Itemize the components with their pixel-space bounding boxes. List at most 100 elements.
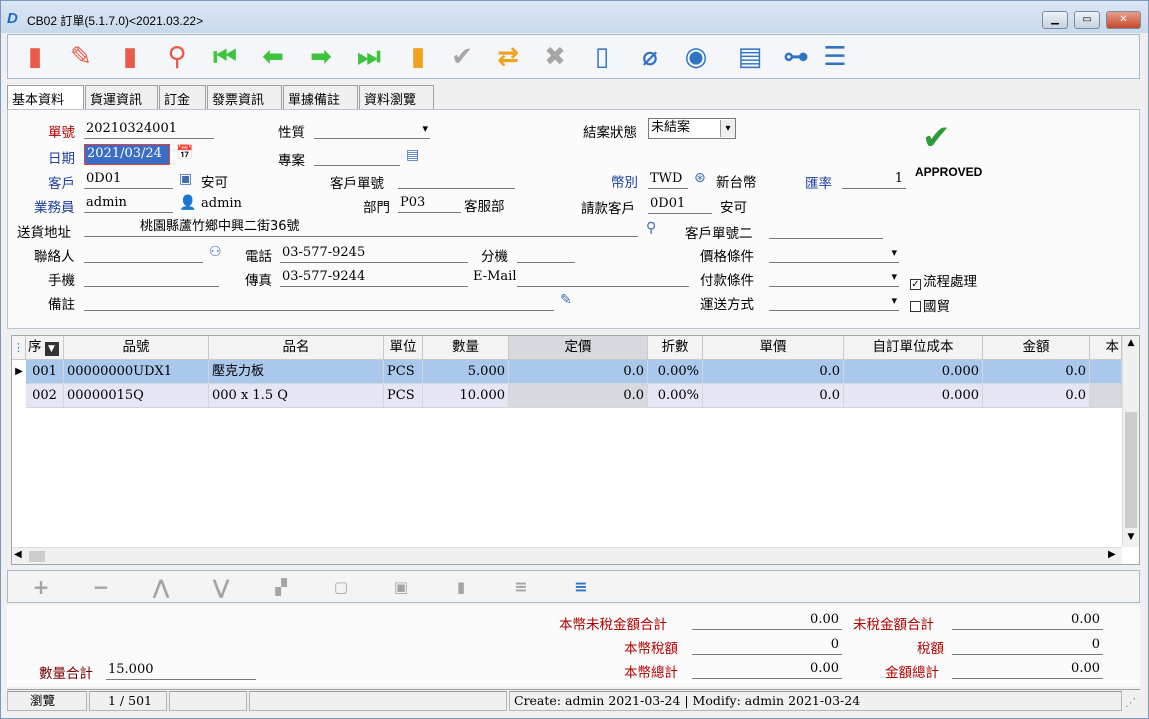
save-icon[interactable]: ▣: [388, 574, 414, 600]
remove-row-icon[interactable]: −: [88, 574, 114, 600]
table-cell[interactable]: [1090, 384, 1122, 408]
address-field[interactable]: 桃園縣蘆竹鄉中興二街36號: [84, 218, 638, 237]
close-button[interactable]: ✕: [1106, 11, 1141, 29]
scroll-thumb[interactable]: [1125, 412, 1137, 528]
currency-lookup-icon[interactable]: ⊛: [694, 170, 706, 186]
rate-field[interactable]: 1: [842, 170, 906, 189]
table-cell[interactable]: 0.0: [509, 384, 648, 408]
next-record-icon[interactable]: ➡: [303, 39, 339, 75]
clipboard-icon[interactable]: ▤: [406, 147, 419, 163]
phone-field[interactable]: 03-577-9245: [280, 244, 468, 263]
col-unit[interactable]: 單位: [384, 336, 423, 360]
table-cell[interactable]: 0.0: [983, 360, 1090, 384]
book-icon[interactable]: ▯: [584, 39, 620, 75]
maximize-button[interactable]: ▭: [1074, 11, 1100, 29]
scroll-right-icon[interactable]: ▶: [1108, 549, 1116, 560]
customer-code-field[interactable]: 0D01: [84, 170, 173, 189]
table-cell[interactable]: 壓克力板: [209, 360, 384, 384]
table-cell[interactable]: 0.0: [703, 384, 844, 408]
list-icon[interactable]: ≡: [508, 574, 534, 600]
col-extra[interactable]: 本: [1090, 336, 1122, 360]
ship-select[interactable]: [769, 292, 899, 311]
dept-field[interactable]: P03: [398, 194, 461, 213]
add-row-icon[interactable]: +: [28, 574, 54, 600]
paste-icon[interactable]: ▢: [328, 574, 354, 600]
view-icon[interactable]: ◉: [678, 39, 714, 75]
intl-checkbox[interactable]: 國貿: [910, 295, 950, 315]
new-doc-icon[interactable]: ▮: [17, 39, 53, 75]
col-unit-price[interactable]: 單價: [703, 336, 844, 360]
move-up-icon[interactable]: ⋀: [148, 574, 174, 600]
col-item-name[interactable]: 品名: [209, 336, 384, 360]
table-cell[interactable]: 0.0: [983, 384, 1090, 408]
minimize-button[interactable]: ▁: [1042, 11, 1068, 29]
table-cell[interactable]: 001: [26, 360, 64, 384]
bill-cust-field[interactable]: 0D01: [648, 195, 712, 214]
table-cell[interactable]: 5.000: [423, 360, 509, 384]
contacts-icon[interactable]: ⚇: [209, 244, 222, 260]
email-field[interactable]: [517, 268, 689, 287]
copy-icon[interactable]: ▮: [400, 39, 436, 75]
table-cell[interactable]: 10.000: [423, 384, 509, 408]
stack-icon[interactable]: ▞: [268, 574, 294, 600]
tab-invoice[interactable]: 發票資訊: [207, 85, 282, 109]
calendar-icon[interactable]: 📅: [176, 145, 193, 161]
user-icon[interactable]: 👤: [179, 195, 196, 211]
tab-browse[interactable]: 資料瀏覽: [359, 85, 434, 109]
workflow-checkbox[interactable]: ✓ 流程處理: [910, 270, 977, 290]
col-qty[interactable]: 數量: [423, 336, 509, 360]
table-cell[interactable]: 0.00%: [648, 360, 703, 384]
table-cell[interactable]: 0.000: [844, 384, 983, 408]
menu-icon[interactable]: ☰: [817, 39, 853, 75]
tab-remarks[interactable]: 單據備註: [283, 85, 358, 109]
first-record-icon[interactable]: ⏮: [207, 39, 243, 75]
col-item-no[interactable]: 品號: [64, 336, 209, 360]
contact-field[interactable]: [84, 244, 203, 263]
vertical-scrollbar[interactable]: ▲ ▼: [1122, 336, 1139, 547]
delete-icon[interactable]: ▮: [112, 39, 148, 75]
scroll-left-icon[interactable]: ◀: [14, 549, 22, 560]
ext-field[interactable]: [517, 244, 575, 263]
order-no-field[interactable]: 20210324001: [84, 120, 214, 139]
mobile-field[interactable]: [84, 268, 219, 287]
table-cell[interactable]: 0.00%: [648, 384, 703, 408]
cancel-icon[interactable]: ✖: [537, 39, 573, 75]
doc-icon[interactable]: ▮: [448, 574, 474, 600]
property-select[interactable]: [314, 120, 430, 139]
table-cell[interactable]: 0.000: [844, 360, 983, 384]
fax-field[interactable]: 03-577-9244: [280, 268, 468, 287]
grid-menu-icon[interactable]: ⋮: [12, 336, 26, 360]
col-amount[interactable]: 金額: [983, 336, 1090, 360]
col-custom-cost[interactable]: 自訂單位成本: [844, 336, 983, 360]
chevron-down-icon[interactable]: ▾: [720, 120, 735, 137]
map-pin-icon[interactable]: ⚲: [646, 220, 656, 236]
table-cell[interactable]: 0.0: [703, 360, 844, 384]
cust-order-field[interactable]: [398, 170, 515, 189]
horizontal-scrollbar[interactable]: ◀ ▶: [12, 547, 1122, 564]
table-cell[interactable]: 00000015Q: [64, 384, 209, 408]
search-icon[interactable]: ⚲: [159, 39, 195, 75]
confirm-icon[interactable]: ✔: [444, 39, 480, 75]
list-active-icon[interactable]: ≡: [568, 574, 594, 600]
col-seq[interactable]: 序 ▼: [26, 336, 64, 360]
cust-order2-field[interactable]: [769, 220, 883, 239]
sort-desc-icon[interactable]: ▼: [44, 342, 59, 356]
transfer-icon[interactable]: ⇄: [490, 39, 526, 75]
scroll-up-icon[interactable]: ▲: [1123, 338, 1139, 348]
table-cell[interactable]: 002: [26, 384, 64, 408]
table-cell[interactable]: PCS: [384, 384, 423, 408]
attach-icon[interactable]: ⌀: [632, 39, 668, 75]
tree-icon[interactable]: ⊶: [778, 39, 814, 75]
price-cond-select[interactable]: [769, 244, 899, 263]
pay-cond-select[interactable]: [769, 268, 899, 287]
excel-icon[interactable]: ▤: [732, 39, 768, 75]
project-field[interactable]: [314, 147, 400, 166]
col-discount[interactable]: 折數: [648, 336, 703, 360]
scroll-thumb-h[interactable]: [29, 551, 45, 562]
edit-icon[interactable]: ✎: [63, 39, 99, 75]
date-field[interactable]: 2021/03/24: [84, 144, 170, 165]
table-cell[interactable]: PCS: [384, 360, 423, 384]
col-list-price[interactable]: 定價: [509, 336, 648, 360]
table-cell[interactable]: 000 x 1.5 Q: [209, 384, 384, 408]
table-cell[interactable]: [1090, 360, 1122, 384]
